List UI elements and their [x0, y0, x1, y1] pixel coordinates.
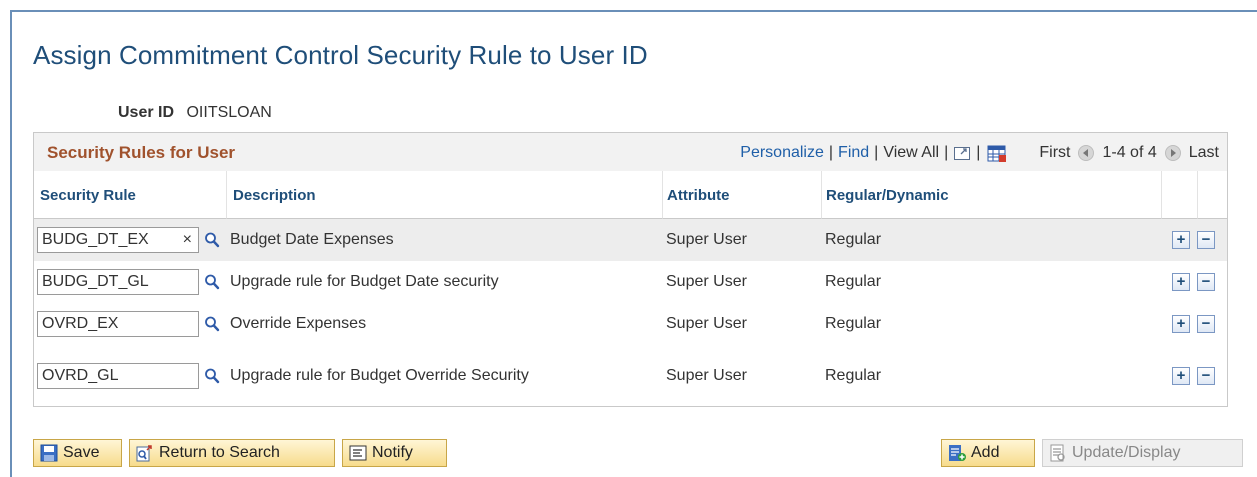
security-rules-grid: Security Rules for User Personalize | Fi…	[33, 132, 1228, 407]
return-to-search-button[interactable]: Return to Search	[129, 439, 335, 467]
add-row-button[interactable]: +	[1172, 367, 1190, 385]
description-cell: Override Expenses	[230, 315, 367, 332]
table-row: OVRD_EX Override Expenses Super User Reg…	[34, 303, 1227, 345]
column-header-add	[1162, 171, 1198, 219]
clear-icon[interactable]: ×	[183, 230, 192, 250]
last-label: Last	[1188, 144, 1219, 161]
security-rule-input[interactable]: OVRD_GL	[37, 363, 199, 389]
grid-title: Security Rules for User	[47, 143, 236, 162]
add-row-button[interactable]: +	[1172, 231, 1190, 249]
notify-icon	[349, 444, 367, 462]
add-row-button[interactable]: +	[1172, 273, 1190, 291]
add-row-button[interactable]: +	[1172, 315, 1190, 333]
attribute-cell: Super User	[666, 367, 747, 384]
description-cell: Upgrade rule for Budget Override Securit…	[230, 367, 529, 384]
next-arrow-icon[interactable]	[1164, 145, 1181, 161]
delete-row-button[interactable]: −	[1197, 367, 1215, 385]
type-cell: Regular	[825, 273, 882, 290]
column-header-security-rule[interactable]: Security Rule	[34, 171, 227, 219]
delete-row-button[interactable]: −	[1197, 231, 1215, 249]
security-rule-input[interactable]: OVRD_EX	[37, 311, 199, 337]
attribute-cell: Super User	[666, 231, 747, 248]
update-display-icon	[1049, 444, 1067, 462]
user-id-label: User ID	[118, 104, 175, 121]
column-header-regular-dynamic[interactable]: Regular/Dynamic	[822, 171, 1162, 219]
zoom-grid-icon[interactable]	[953, 145, 971, 161]
user-id-field: User ID OIITSLOAN	[118, 104, 272, 122]
download-to-excel-icon[interactable]	[987, 145, 1007, 162]
table-row: OVRD_GL Upgrade rule for Budget Override…	[34, 355, 1227, 397]
save-icon	[40, 444, 58, 462]
page-title: Assign Commitment Control Security Rule …	[33, 40, 648, 70]
row-range: 1-4 of 4	[1102, 144, 1157, 161]
previous-arrow-icon[interactable]	[1078, 145, 1095, 161]
notify-button[interactable]: Notify	[342, 439, 447, 467]
attribute-cell: Super User	[666, 273, 747, 290]
table-row: BUDG_DT_GL Upgrade rule for Budget Date …	[34, 261, 1227, 303]
column-header-attribute[interactable]: Attribute	[663, 171, 822, 219]
personalize-link[interactable]: Personalize	[740, 144, 824, 162]
save-button[interactable]: Save	[33, 439, 122, 467]
table-row: BUDG_DT_EX × Budget Date Expenses Super …	[34, 219, 1227, 261]
grid-navigation: Personalize | Find | View All | | First …	[740, 144, 1219, 162]
type-cell: Regular	[825, 231, 882, 248]
column-header-description[interactable]: Description	[227, 171, 663, 219]
column-header-delete	[1198, 171, 1227, 219]
lookup-icon[interactable]	[204, 231, 220, 249]
find-link[interactable]: Find	[838, 144, 869, 162]
delete-row-button[interactable]: −	[1197, 273, 1215, 291]
lookup-icon[interactable]	[204, 315, 220, 333]
security-rule-input[interactable]: BUDG_DT_GL	[37, 269, 199, 295]
description-cell: Upgrade rule for Budget Date security	[230, 273, 499, 290]
add-button[interactable]: Add	[941, 439, 1035, 467]
security-rule-input[interactable]: BUDG_DT_EX ×	[37, 227, 199, 253]
user-id-value: OIITSLOAN	[186, 104, 272, 121]
type-cell: Regular	[825, 315, 882, 332]
attribute-cell: Super User	[666, 315, 747, 332]
page-frame-top	[10, 10, 1257, 12]
delete-row-button[interactable]: −	[1197, 315, 1215, 333]
view-all-link[interactable]: View All	[883, 144, 939, 162]
description-cell: Budget Date Expenses	[230, 231, 394, 248]
first-label: First	[1039, 144, 1071, 161]
type-cell: Regular	[825, 367, 882, 384]
page-frame-left	[10, 10, 12, 477]
add-page-icon	[948, 444, 966, 462]
grid-header: Security Rules for User Personalize | Fi…	[34, 133, 1227, 172]
update-display-button[interactable]: Update/Display	[1042, 439, 1243, 467]
lookup-icon[interactable]	[204, 273, 220, 291]
lookup-icon[interactable]	[204, 367, 220, 385]
return-to-search-icon	[136, 444, 154, 462]
